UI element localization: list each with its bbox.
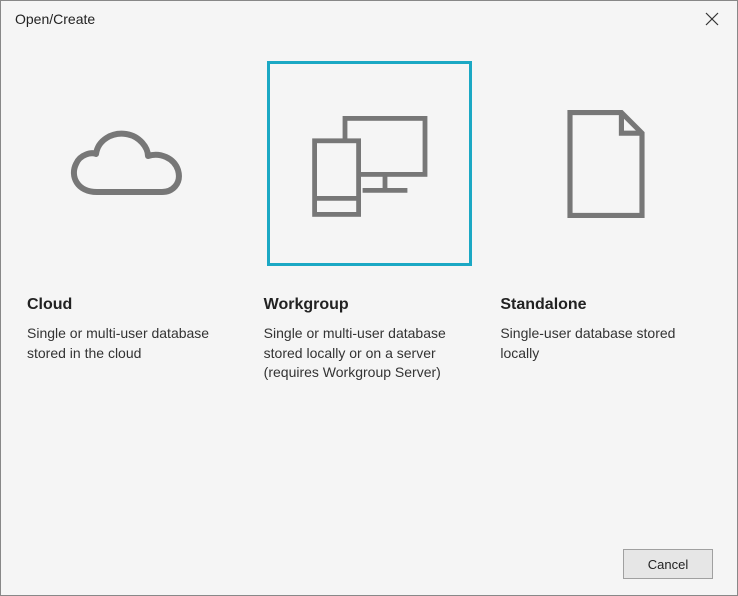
option-workgroup-tile[interactable]	[267, 61, 472, 266]
option-workgroup-title: Workgroup	[264, 296, 475, 314]
option-standalone: Standalone Single-user database stored l…	[492, 61, 719, 383]
option-workgroup: Workgroup Single or multi-user database …	[256, 61, 483, 383]
options-row: Cloud Single or multi-user database stor…	[1, 37, 737, 383]
option-standalone-title: Standalone	[500, 296, 711, 314]
option-cloud: Cloud Single or multi-user database stor…	[19, 61, 246, 383]
close-icon	[705, 12, 719, 26]
option-cloud-desc: Single or multi-user database stored in …	[27, 324, 227, 363]
titlebar: Open/Create	[1, 1, 737, 37]
open-create-dialog: Open/Create Cloud Single or multi-user d…	[0, 0, 738, 596]
option-standalone-desc: Single-user database stored locally	[500, 324, 700, 363]
workgroup-icon	[299, 104, 439, 224]
option-cloud-text: Cloud Single or multi-user database stor…	[19, 266, 246, 363]
document-icon	[536, 104, 676, 224]
option-workgroup-text: Workgroup Single or multi-user database …	[256, 266, 483, 383]
option-standalone-text: Standalone Single-user database stored l…	[492, 266, 719, 363]
option-cloud-title: Cloud	[27, 296, 238, 314]
option-cloud-tile[interactable]	[30, 61, 235, 266]
dialog-footer: Cancel	[623, 549, 713, 579]
close-button[interactable]	[697, 4, 727, 34]
option-standalone-tile[interactable]	[503, 61, 708, 266]
dialog-title: Open/Create	[15, 11, 95, 27]
option-workgroup-desc: Single or multi-user database stored loc…	[264, 324, 464, 383]
cancel-button[interactable]: Cancel	[623, 549, 713, 579]
cloud-icon	[62, 104, 202, 224]
